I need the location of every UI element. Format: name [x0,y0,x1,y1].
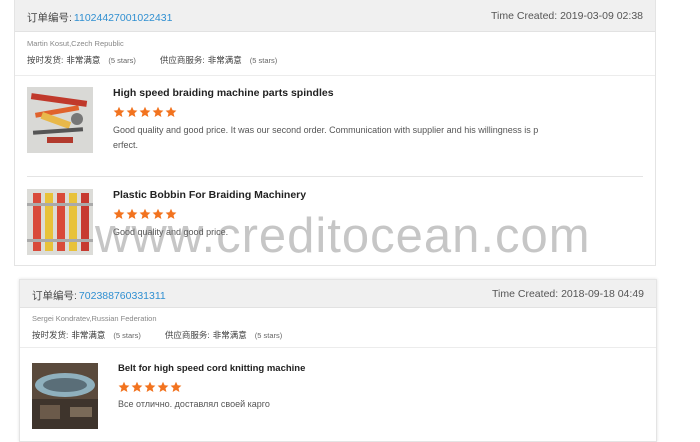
feedback-line: Все отлично. доставлял своей карго [118,399,270,409]
star-icon [113,106,125,117]
rating-shipping: 按时发货: 非常满意 (5 stars) [32,329,141,341]
order-number-link[interactable]: 702388760331311 [79,290,166,302]
time-created-label: Time Created: [492,288,559,300]
product-title[interactable]: Belt for high speed cord knitting machin… [118,363,305,374]
buyer-name: Martin Kosut,Czech Republic [27,39,124,48]
star-icon [139,106,151,117]
star-icon [165,208,177,219]
product-review: Belt for high speed cord knitting machin… [20,363,656,433]
spindle-parts-photo-icon [27,87,93,153]
star-icon [152,208,164,219]
product-stars [118,381,183,393]
buyer-block: Sergei Kondratev,Russian Federation 按时发货… [20,308,656,348]
rating-value: 非常满意 [71,330,106,340]
rating-stars-text: (5 stars) [249,55,278,65]
ratings-row: 按时发货: 非常满意 (5 stars) 供应商服务: 非常满意 (5 star… [32,329,306,341]
time-created: Time Created: 2019-03-09 02:38 [491,10,643,22]
star-icon [113,208,125,219]
rating-stars-text: (5 stars) [254,330,283,340]
rating-label: 供应商服务: [159,55,205,65]
rating-label: 供应商服务: [164,330,210,340]
buyer-name: Sergei Kondratev,Russian Federation [32,314,157,323]
product-title[interactable]: Plastic Bobbin For Braiding Machinery [113,189,306,201]
order-number-label: 订单编号: [27,12,72,24]
rating-service: 供应商服务: 非常满意 (5 stars) [165,329,282,341]
star-icon [131,381,143,392]
order-header: 订单编号: 11024427001022431 Time Created: 201… [15,0,655,32]
star-icon [118,381,130,392]
order-card: 订单编号: 702388760331311 Time Created: 2018-… [19,279,657,442]
product-review: Plastic Bobbin For Braiding Machinery Go… [15,189,655,259]
rating-label: 按时发货: [32,330,69,340]
product-thumbnail[interactable] [27,87,93,153]
product-review: High speed braiding machine parts spindl… [15,87,655,167]
product-title[interactable]: High speed braiding machine parts spindl… [113,87,334,99]
ratings-row: 按时发货: 非常满意 (5 stars) 供应商服务: 非常满意 (5 star… [27,54,301,66]
rating-stars-text: (5 stars) [108,55,136,65]
rating-value: 非常满意 [207,55,242,65]
rating-stars-text: (5 stars) [113,330,141,340]
product-stars [113,106,178,118]
product-feedback: Good quality and good price. [113,225,228,240]
rating-value: 非常满意 [66,55,101,65]
feedback-line: Good quality and good price. [113,227,229,237]
product-thumbnail[interactable] [32,363,98,429]
buyer-block: Martin Kosut,Czech Republic 按时发货: 非常满意 (… [15,32,655,76]
rating-shipping: 按时发货: 非常满意 (5 stars) [27,54,136,66]
time-created: Time Created: 2018-09-18 04:49 [492,288,644,300]
feedback-line: Good quality and good price. It was our … [113,125,539,135]
bobbin-photo-icon [27,189,93,255]
time-created-value: 2018-09-18 04:49 [561,288,644,300]
belt-photo-icon [32,363,98,429]
star-icon [157,381,169,392]
star-icon [126,106,138,117]
product-feedback: Все отлично. доставлял своей карго [118,397,270,412]
rating-label: 按时发货: [27,55,64,65]
order-number-field: 订单编号: 702388760331311 [32,288,166,303]
order-header: 订单编号: 702388760331311 Time Created: 2018-… [20,280,656,308]
product-stars [113,208,178,220]
order-number-label: 订单编号: [32,290,77,302]
star-icon [144,381,156,392]
divider [27,176,643,177]
feedback-line: erfect. [113,140,139,150]
star-icon [165,106,177,117]
order-card: 订单编号: 11024427001022431 Time Created: 201… [14,0,656,266]
time-created-value: 2019-03-09 02:38 [560,10,643,22]
star-icon [139,208,151,219]
product-thumbnail[interactable] [27,189,93,255]
star-icon [126,208,138,219]
time-created-label: Time Created: [491,10,558,22]
order-number-link[interactable]: 11024427001022431 [74,12,173,24]
order-number-field: 订单编号: 11024427001022431 [27,10,172,25]
rating-value: 非常满意 [212,330,247,340]
rating-service: 供应商服务: 非常满意 (5 stars) [160,54,277,66]
star-icon [152,106,164,117]
product-feedback: Good quality and good price. It was our … [113,123,538,153]
star-icon [170,381,182,392]
